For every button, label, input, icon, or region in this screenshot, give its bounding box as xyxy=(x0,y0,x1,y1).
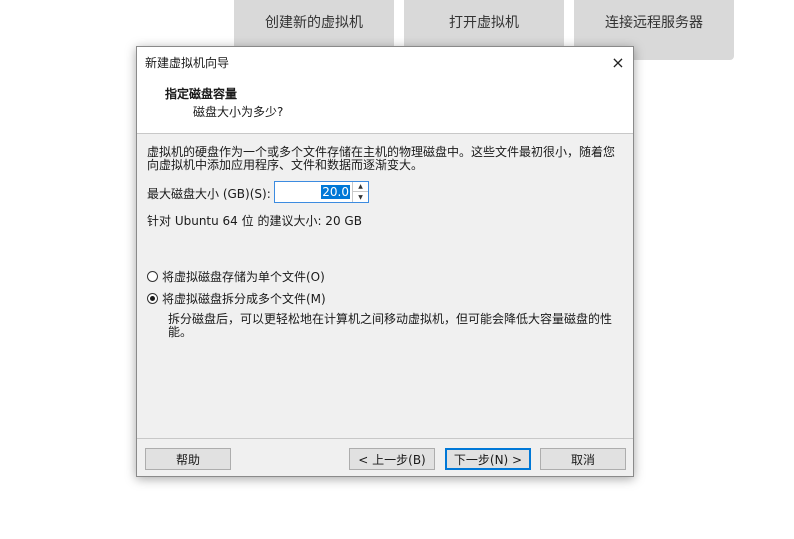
multiple-files-radio[interactable] xyxy=(147,293,158,304)
open-vm-tile-label: 打开虚拟机 xyxy=(449,14,519,31)
disk-size-spinbox[interactable]: 20.0 ▲ ▼ xyxy=(274,181,369,203)
cancel-button[interactable]: 取消 xyxy=(540,448,626,470)
header-subtitle: 磁盘大小为多少? xyxy=(193,105,284,119)
footer-divider xyxy=(137,438,633,439)
create-vm-tile-label: 创建新的虚拟机 xyxy=(265,14,363,31)
wizard-header: 指定磁盘容量 磁盘大小为多少? xyxy=(137,77,633,134)
spin-down-button[interactable]: ▼ xyxy=(353,192,368,202)
recommended-size-text: 针对 Ubuntu 64 位 的建议大小: 20 GB xyxy=(147,214,362,228)
back-button[interactable]: < 上一步(B) xyxy=(349,448,435,470)
connect-remote-server-tile-label: 连接远程服务器 xyxy=(605,14,703,31)
new-vm-wizard-dialog: 新建虚拟机向导 × 指定磁盘容量 磁盘大小为多少? 虚拟机的硬盘作为一个或多个文… xyxy=(136,46,634,477)
single-file-option[interactable]: 将虚拟磁盘存储为单个文件(O) xyxy=(147,268,325,285)
close-icon: × xyxy=(611,52,625,72)
single-file-radio[interactable] xyxy=(147,271,158,282)
multiple-files-option[interactable]: 将虚拟磁盘拆分成多个文件(M) xyxy=(147,290,326,307)
down-arrow-icon: ▼ xyxy=(358,193,363,201)
spin-up-button[interactable]: ▲ xyxy=(353,182,368,192)
close-button[interactable]: × xyxy=(603,47,633,77)
dialog-title: 新建虚拟机向导 xyxy=(145,56,230,70)
multiple-files-label: 将虚拟磁盘拆分成多个文件(M) xyxy=(162,292,326,306)
single-file-label: 将虚拟磁盘存储为单个文件(O) xyxy=(162,270,325,284)
up-arrow-icon: ▲ xyxy=(358,183,363,190)
header-title: 指定磁盘容量 xyxy=(165,87,238,101)
split-disk-description: 拆分磁盘后，可以更轻松地在计算机之间移动虚拟机，但可能会降低大容量磁盘的性能。 xyxy=(168,312,613,339)
spin-buttons: ▲ ▼ xyxy=(352,182,368,202)
dialog-titlebar: 新建虚拟机向导 × xyxy=(137,47,633,77)
max-disk-size-label: 最大磁盘大小 (GB)(S): xyxy=(147,187,271,201)
disk-size-value[interactable]: 20.0 xyxy=(321,185,350,199)
help-button[interactable]: 帮助 xyxy=(145,448,231,470)
disk-description: 虚拟机的硬盘作为一个或多个文件存储在主机的物理磁盘中。这些文件最初很小，随着您向… xyxy=(147,145,616,172)
next-button[interactable]: 下一步(N) > xyxy=(445,448,531,470)
